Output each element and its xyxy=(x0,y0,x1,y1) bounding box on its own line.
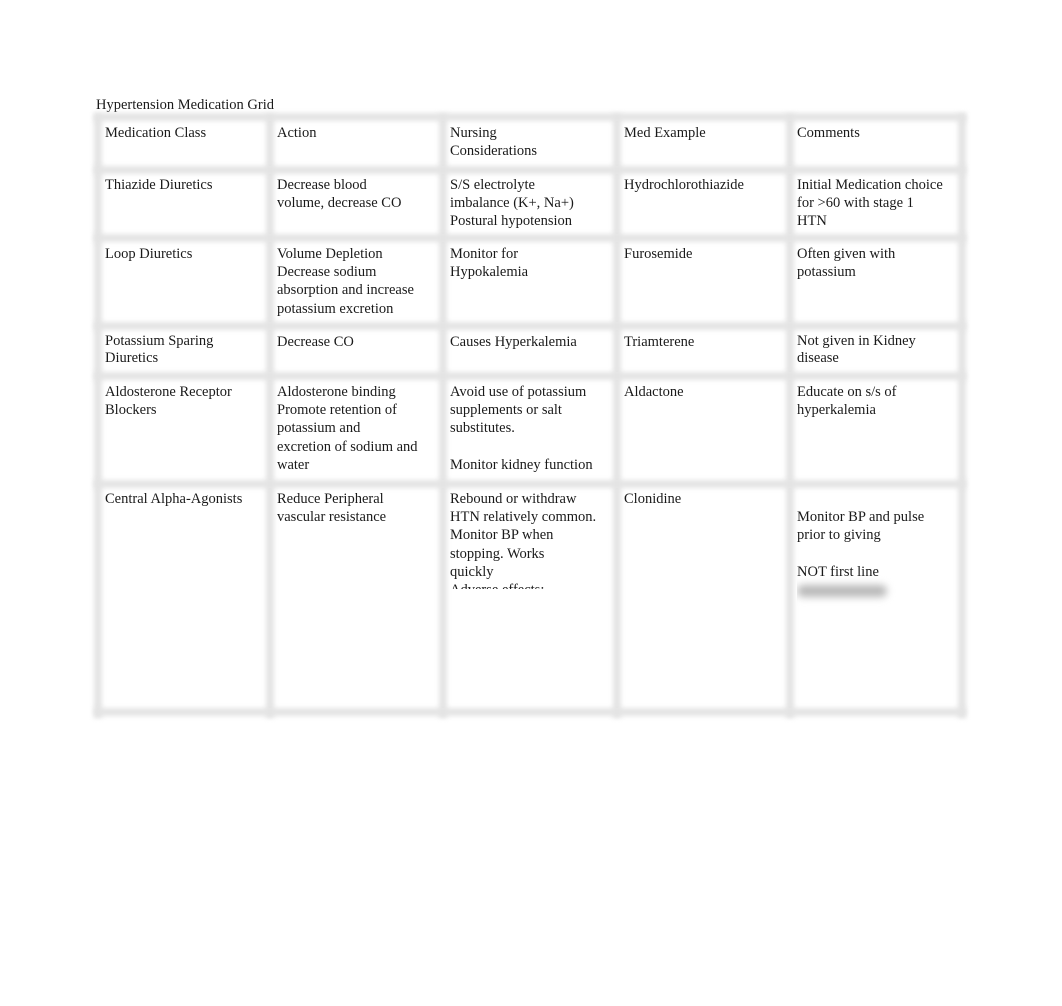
row-5-comments-text: Monitor BP and pulse prior to giving NOT… xyxy=(797,509,925,580)
row-3-action: Decrease CO xyxy=(277,334,354,350)
row-3-medication-class: Potassium Sparing Diuretics xyxy=(105,333,214,366)
row-1-comments: Initial Medication choice for >60 with s… xyxy=(797,177,943,230)
row-5-comments: Monitor BP and pulse prior to giving NOT… xyxy=(797,490,959,615)
grid-vline xyxy=(266,114,274,718)
row-2-nursing: Monitor for Hypokalemia xyxy=(450,246,529,281)
row-3-comments: Not given in Kidney disease xyxy=(797,333,916,366)
header-medication-class: Medication Class xyxy=(105,125,207,141)
row-2-medication-class: Loop Diuretics xyxy=(105,246,193,262)
grid-hline xyxy=(94,322,966,330)
row-5-nursing: Rebound or withdraw HTN relatively commo… xyxy=(450,491,597,589)
row-4-comments: Educate on s/s of hyperkalemia xyxy=(797,384,897,419)
grid-vline xyxy=(786,114,794,718)
row-1-example: Hydrochlorothiazide xyxy=(624,177,744,193)
grid-hline xyxy=(94,708,966,716)
row-1-medication-class: Thiazide Diuretics xyxy=(105,177,213,193)
row-4-nursing: Avoid use of potassium supplements or sa… xyxy=(450,384,593,473)
grid-hline xyxy=(94,480,966,488)
grid-vline xyxy=(94,114,102,718)
grid-hline xyxy=(94,234,966,242)
grid-hline xyxy=(94,166,966,174)
row-5-example: Clonidine xyxy=(624,491,682,507)
header-nursing-considerations: Nursing Considerations xyxy=(450,125,537,160)
row-3-nursing: Causes Hyperkalemia xyxy=(450,334,577,350)
row-4-action: Aldosterone binding Promote retention of… xyxy=(277,384,418,473)
grid-vline xyxy=(958,114,966,718)
header-comments: Comments xyxy=(797,125,860,141)
redacted-text-blur xyxy=(797,585,887,598)
row-4-example: Aldactone xyxy=(624,384,684,400)
row-5-action: Reduce Peripheral vascular resistance xyxy=(277,491,387,526)
header-action: Action xyxy=(277,125,317,141)
document-title: Hypertension Medication Grid xyxy=(96,97,274,113)
row-3-example: Triamterene xyxy=(624,334,695,350)
grid-vline xyxy=(439,114,447,718)
row-2-example: Furosemide xyxy=(624,246,693,262)
grid-hline xyxy=(94,113,966,121)
row-5-medication-class: Central Alpha-Agonists xyxy=(105,491,243,507)
row-2-action: Volume Depletion Decrease sodium absorpt… xyxy=(277,246,414,317)
grid-vline xyxy=(613,114,621,718)
header-med-example: Med Example xyxy=(624,125,706,141)
row-4-medication-class: Aldosterone Receptor Blockers xyxy=(105,384,232,419)
row-2-comments: Often given with potassium xyxy=(797,246,896,281)
row-1-nursing: S/S electrolyte imbalance (K+, Na+) Post… xyxy=(450,177,574,230)
row-1-action: Decrease blood volume, decrease CO xyxy=(277,177,402,212)
grid-hline xyxy=(94,372,966,380)
